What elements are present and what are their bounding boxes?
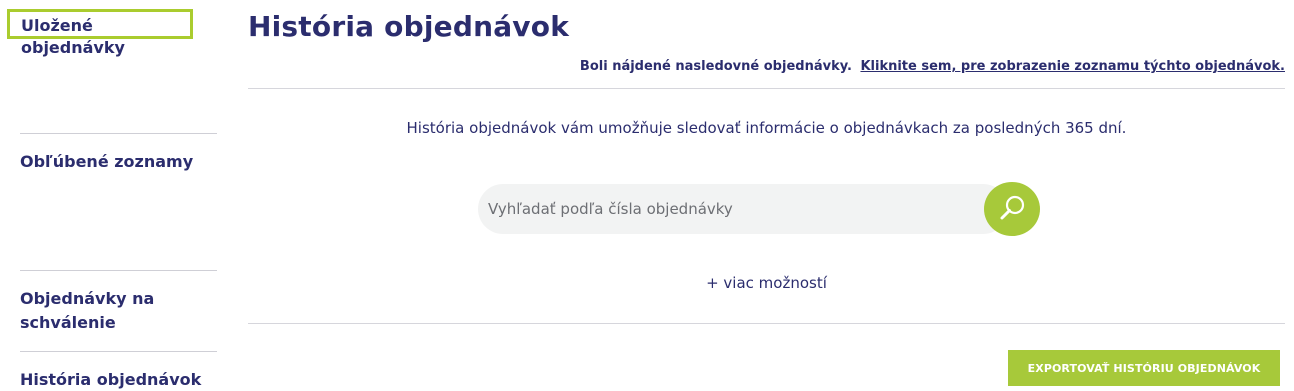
sidebar-item-saved-orders[interactable]: Uložené objednávky [7, 9, 193, 57]
orders-found-text: Boli nájdené nasledovné objednávky. [579, 59, 852, 74]
page-title: História objednávok [248, 10, 570, 43]
sidebar-item-order-history[interactable]: História objednávok [20, 368, 201, 391]
sidebar-divider [20, 133, 217, 134]
sidebar-item-orders-for-approval[interactable]: Objednávky na schválenie [20, 287, 190, 335]
sidebar: Uložené objednávky Obľúbené zoznamy Obje… [0, 0, 230, 391]
divider [248, 323, 1285, 324]
order-search [478, 182, 1040, 236]
order-number-search-input[interactable] [478, 184, 1008, 234]
more-options-toggle[interactable]: + viac možností [248, 274, 1285, 292]
search-icon [997, 193, 1027, 226]
sidebar-divider [20, 351, 217, 352]
divider [248, 88, 1285, 89]
sidebar-item-favorite-lists[interactable]: Obľúbené zoznamy [20, 150, 193, 174]
sidebar-divider [20, 270, 217, 271]
page: Uložené objednávky Obľúbené zoznamy Obje… [0, 0, 1294, 391]
orders-found-notice: Boli nájdené nasledovné objednávky. Klik… [580, 59, 1285, 74]
search-button[interactable] [984, 182, 1040, 236]
intro-text: História objednávok vám umožňuje sledova… [406, 119, 1127, 137]
main-content: História objednávok Boli nájdené nasledo… [248, 0, 1285, 391]
show-orders-link[interactable]: Kliknite sem, pre zobrazenie zoznamu týc… [860, 59, 1285, 74]
export-history-button[interactable]: EXPORTOVAŤ HISTÓRIU OBJEDNÁVOK [1008, 350, 1280, 386]
